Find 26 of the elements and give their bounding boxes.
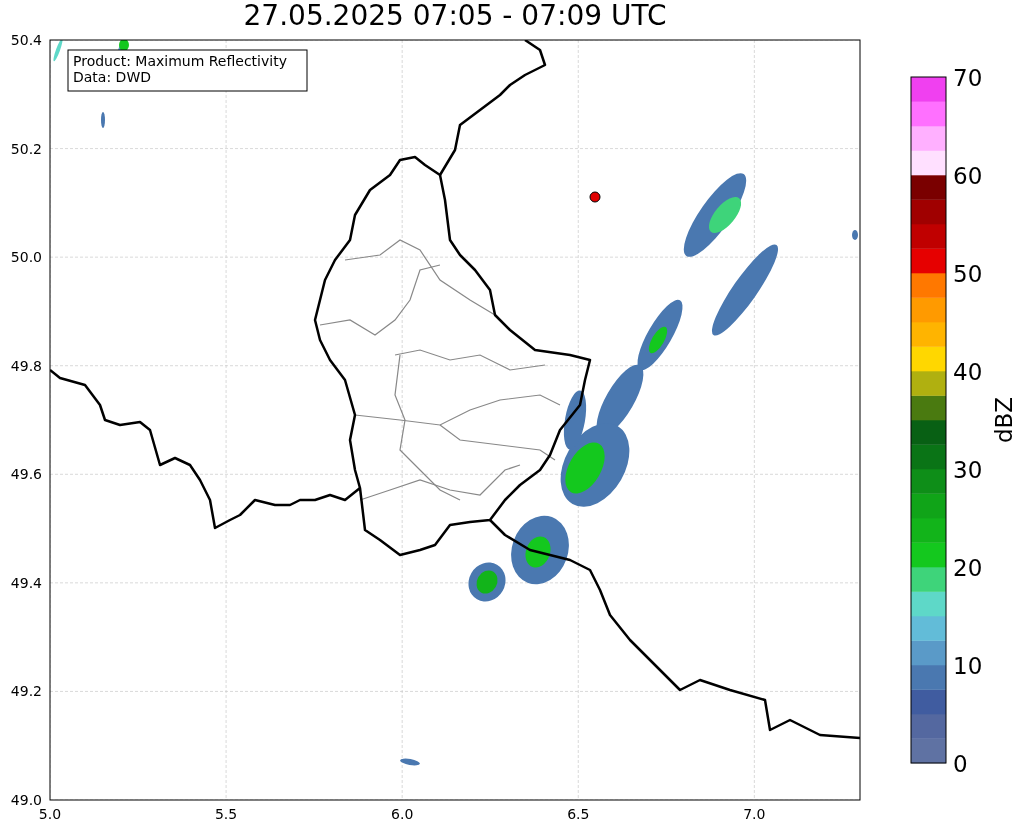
- colorbar-tick-label: 40: [953, 359, 983, 385]
- colorbar-label: dBZ: [991, 396, 1017, 444]
- chart-title: 27.05.2025 07:05 - 07:09 UTC: [243, 0, 667, 32]
- colorbar-tick-label: 30: [953, 457, 983, 483]
- x-tick-label: 5.0: [38, 806, 62, 822]
- colorbar-tick-label: 0: [953, 751, 968, 777]
- colorbar-tick-label: 50: [953, 261, 983, 287]
- y-tick-label: 50.2: [10, 140, 42, 157]
- y-tick-label: 49.4: [10, 574, 42, 591]
- y-tick-label: 49.0: [10, 792, 42, 808]
- y-tick-label: 50.0: [10, 249, 42, 266]
- x-tick-label: 7.0: [743, 806, 766, 822]
- y-tick-label: 49.8: [10, 357, 42, 374]
- colorbar-tick-label: 10: [953, 653, 983, 679]
- y-tick-label: 49.6: [10, 466, 42, 483]
- location-marker: [589, 191, 601, 203]
- colorbar-tick-label: 60: [953, 163, 983, 189]
- y-tick-label: 49.2: [10, 683, 42, 700]
- info-text: Product: Maximum Reflectivity: [73, 53, 287, 69]
- colorbar-tick-label: 70: [953, 65, 983, 91]
- x-tick-label: 5.5: [214, 806, 238, 822]
- info-text: Data: DWD: [73, 69, 151, 85]
- y-tick-label: 50.4: [10, 32, 42, 48]
- x-tick-label: 6.0: [391, 806, 414, 822]
- colorbar-tick-label: 20: [953, 555, 983, 581]
- x-tick-label: 6.5: [567, 806, 590, 822]
